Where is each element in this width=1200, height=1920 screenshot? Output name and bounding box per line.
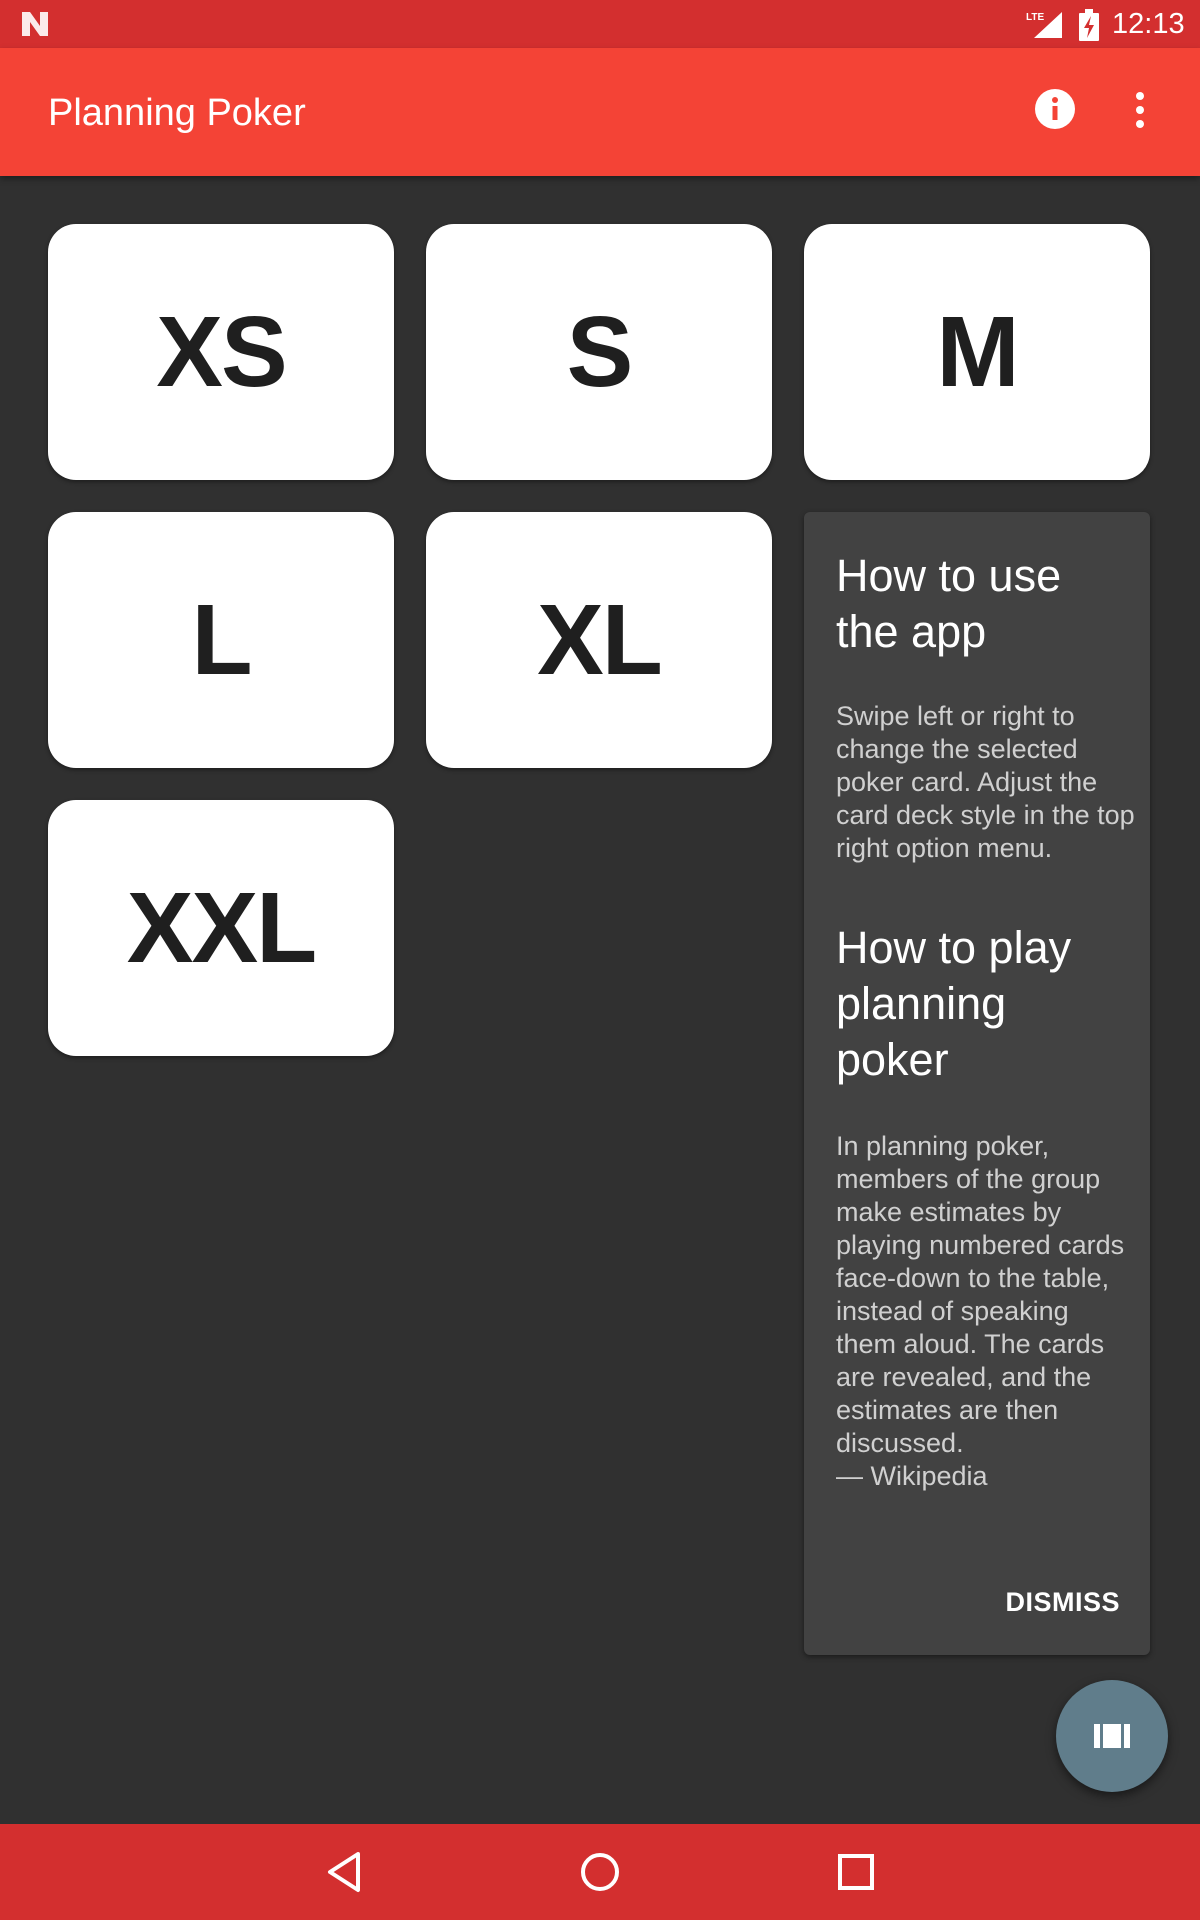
status-time: 12:13	[1112, 8, 1185, 40]
network-label: LTE	[1026, 12, 1044, 23]
card-label: M	[936, 295, 1019, 408]
app-title: Planning Poker	[48, 92, 306, 134]
card-xxl[interactable]: XXL	[48, 800, 394, 1056]
card-l[interactable]: L	[48, 512, 394, 768]
play-source: — Wikipedia	[836, 1461, 988, 1491]
usage-heading: How to use the app	[836, 550, 1062, 657]
card-xl[interactable]: XL	[426, 512, 772, 768]
lte-signal-icon: LTE	[1026, 12, 1062, 38]
card-m[interactable]: M	[804, 224, 1150, 480]
play-heading: How to play planning poker	[836, 922, 1072, 1085]
notification-n-icon	[22, 12, 48, 36]
home-icon[interactable]	[570, 1842, 630, 1902]
app-bar: Planning Poker	[0, 48, 1200, 176]
card-xs[interactable]: XS	[48, 224, 394, 480]
card-s[interactable]: S	[426, 224, 772, 480]
info-icon[interactable]	[1034, 88, 1076, 130]
usage-body: Swipe left or right to change the select…	[836, 701, 1135, 863]
card-label: XXL	[126, 871, 317, 984]
recents-icon[interactable]	[826, 1842, 886, 1902]
back-icon[interactable]	[314, 1842, 374, 1902]
dismiss-button[interactable]: DISMISS	[990, 1572, 1120, 1632]
app-root: LTE 12:13 Planning Poker XS S M L XL XXL…	[0, 0, 1200, 1920]
card-label: L	[191, 583, 252, 696]
battery-charging-icon	[1079, 9, 1099, 41]
deck-style-fab[interactable]	[1056, 1680, 1168, 1792]
card-deck-icon	[1094, 1724, 1130, 1748]
help-panel: How to use the app Swipe left or right t…	[804, 512, 1150, 1655]
play-body: In planning poker, members of the group …	[836, 1130, 1136, 1493]
play-body-text: In planning poker, members of the group …	[836, 1131, 1125, 1458]
card-label: S	[566, 295, 634, 408]
navigation-bar	[0, 1824, 1200, 1920]
more-vert-icon[interactable]	[1126, 88, 1154, 132]
card-label: XS	[156, 295, 287, 408]
card-label: XL	[537, 583, 663, 696]
status-bar: LTE 12:13	[0, 0, 1200, 48]
